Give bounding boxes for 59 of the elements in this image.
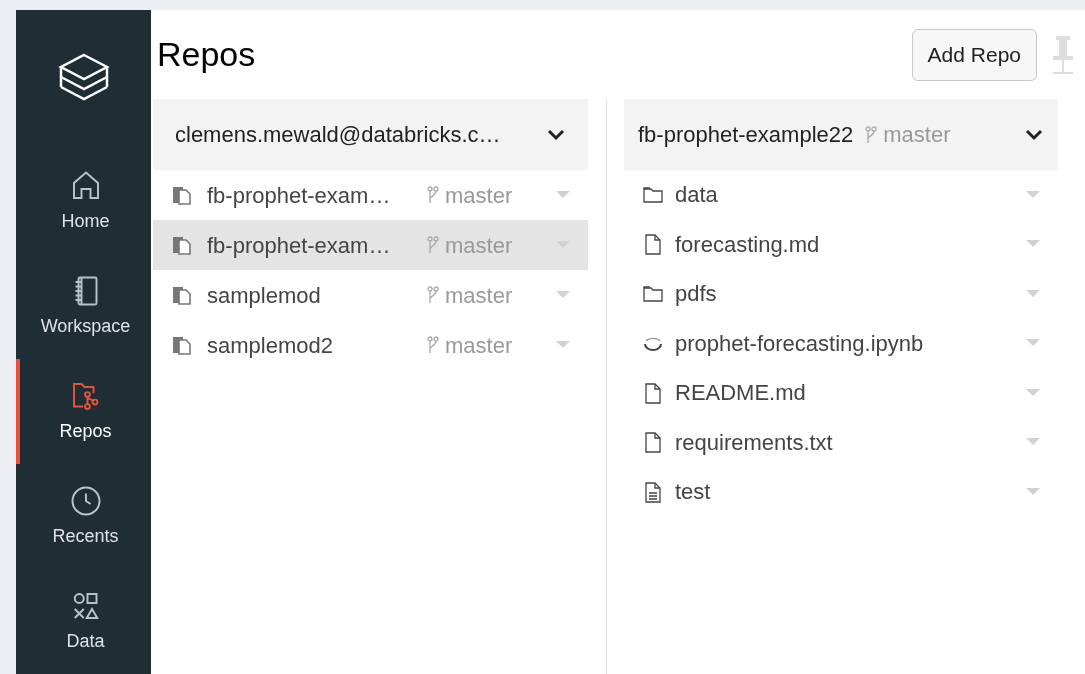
branch-icon [865, 125, 878, 144]
file-row[interactable]: data [624, 170, 1058, 220]
caret-icon[interactable] [1026, 339, 1040, 348]
chevron-icon[interactable] [546, 127, 566, 142]
file-name: requirements.txt [675, 428, 834, 457]
file-row[interactable]: prophet-forecasting.ipynb [624, 318, 1058, 368]
add-repo-button[interactable]: Add Repo [911, 28, 1037, 81]
file-row[interactable]: test [624, 467, 1058, 517]
branch-name: master [445, 331, 514, 360]
file-row[interactable]: README.md [624, 368, 1058, 418]
branch-icon [427, 336, 439, 354]
account-name: clemens.mewald@databricks.c… [175, 121, 501, 149]
repo-icon [171, 184, 193, 206]
repo-icon [171, 234, 193, 256]
document-icon [643, 480, 663, 503]
file-row[interactable]: forecasting.md [624, 219, 1058, 269]
repo-name: fb-prophet-exam… [207, 181, 392, 210]
chevron-icon[interactable] [1024, 127, 1044, 142]
branch-icon [427, 186, 439, 204]
caret-icon[interactable] [556, 341, 570, 349]
file-name: pdfs [675, 280, 718, 309]
file-name: forecasting.md [675, 230, 821, 259]
branch-name: master [445, 281, 514, 310]
file-name: data [675, 181, 719, 210]
repo-row[interactable]: fb-prophet-exam… master [153, 220, 588, 270]
file-icon [643, 381, 663, 404]
caret-icon[interactable] [1026, 289, 1040, 298]
nav-item[interactable]: Workspace [16, 253, 151, 359]
nav-item[interactable]: Recents [16, 463, 151, 569]
nav-item[interactable]: Data [16, 568, 151, 674]
caret-icon[interactable] [556, 191, 570, 199]
repo-name: samplemod2 [207, 331, 334, 360]
caret-icon[interactable] [1026, 438, 1040, 447]
repo-name: fb-prophet-exam… [207, 231, 392, 260]
branch-name: master [883, 121, 952, 149]
file-name: README.md [675, 379, 807, 408]
repo-icon [171, 334, 193, 356]
file-name: test [675, 478, 712, 507]
file-icon [643, 233, 663, 256]
nav-item[interactable]: Home [16, 148, 151, 254]
file-row[interactable]: requirements.txt [624, 417, 1058, 467]
panel-header[interactable]: clemens.mewald@databricks.c… [153, 99, 588, 170]
repo-name: fb-prophet-example22 [638, 121, 854, 149]
caret-icon[interactable] [1026, 487, 1040, 496]
branch-name: master [445, 231, 514, 260]
repo-name: samplemod [207, 281, 322, 310]
repo-icon [171, 284, 193, 306]
caret-icon[interactable] [1026, 240, 1040, 249]
branch-icon [427, 236, 439, 254]
panel-header[interactable]: fb-prophet-example22 master [624, 99, 1058, 170]
branch-name: master [445, 181, 514, 210]
page-title: Repos [157, 34, 257, 75]
caret-icon[interactable] [1026, 388, 1040, 397]
file-icon [643, 431, 663, 454]
caret-icon[interactable] [556, 291, 570, 299]
file-row[interactable]: pdfs [624, 269, 1058, 319]
caret-icon[interactable] [1026, 190, 1040, 199]
branch-icon [427, 286, 439, 304]
file-name: prophet-forecasting.ipynb [675, 329, 925, 358]
